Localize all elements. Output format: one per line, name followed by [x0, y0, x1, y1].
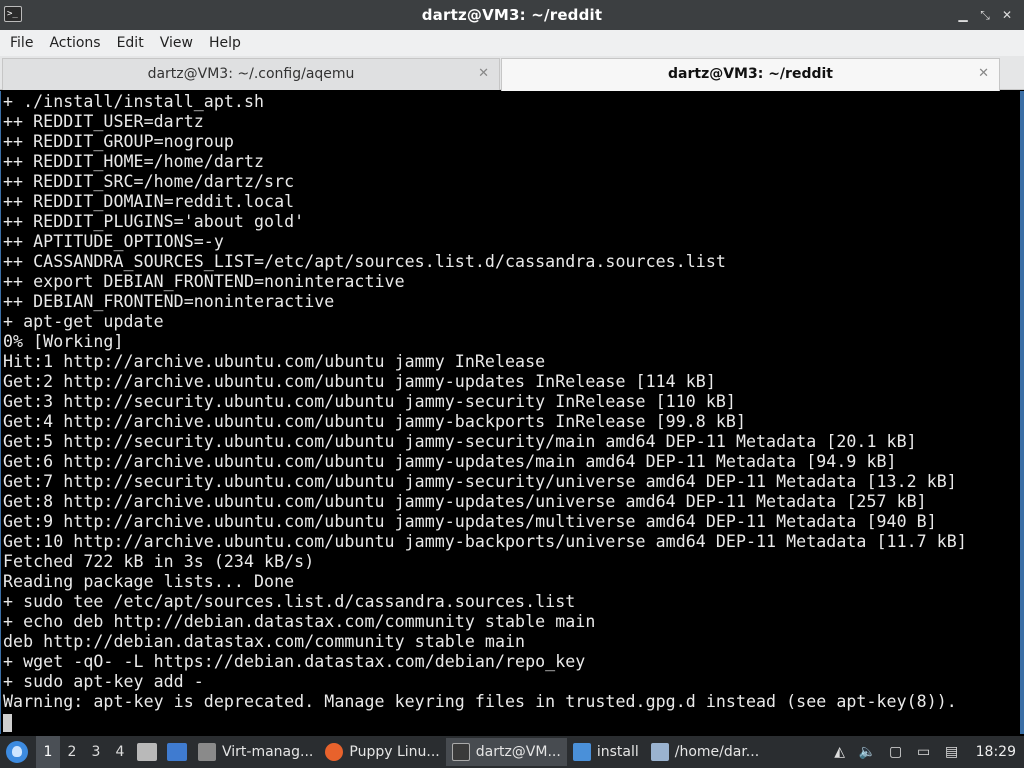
terminal-line: + ./install/install_apt.sh	[3, 92, 265, 111]
terminal-scrollbar[interactable]	[1020, 91, 1024, 734]
display-icon[interactable]: ▭	[915, 743, 933, 761]
tab-label: dartz@VM3: ~/reddit	[668, 66, 833, 82]
terminal-line: ++ REDDIT_GROUP=nogroup	[3, 132, 234, 151]
terminal-line: Get:6 http://archive.ubuntu.com/ubuntu j…	[3, 452, 897, 471]
close-icon[interactable]: ✕	[1000, 7, 1014, 23]
volume-icon[interactable]: 🔈	[859, 743, 877, 761]
task-label: dartz@VM...	[475, 744, 561, 760]
terminal-line: ++ export DEBIAN_FRONTEND=noninteractive	[3, 272, 405, 291]
terminal-line: ++ APTITUDE_OPTIONS=-y	[3, 232, 224, 251]
task-firefox[interactable]: Puppy Linu...	[319, 738, 445, 766]
task-label: Virt-manag...	[222, 744, 314, 760]
task-label: install	[596, 744, 639, 760]
task-install-folder[interactable]: install	[567, 738, 645, 766]
workspace-2[interactable]: 2	[60, 736, 84, 768]
terminal-line: Hit:1 http://archive.ubuntu.com/ubuntu j…	[3, 352, 546, 371]
tab-reddit[interactable]: dartz@VM3: ~/reddit ✕	[501, 58, 1000, 91]
network-icon[interactable]: ◭	[831, 743, 849, 761]
folder-icon	[572, 743, 591, 761]
menu-view[interactable]: View	[152, 30, 201, 56]
minimize-icon[interactable]: ▁	[956, 7, 970, 23]
task-label: Puppy Linu...	[349, 744, 440, 760]
terminal-line: deb http://debian.datastax.com/community…	[3, 632, 526, 651]
menu-edit[interactable]: Edit	[109, 30, 152, 56]
window-controls: ▁ ⤡ ✕	[956, 7, 1014, 23]
taskbar: 1 2 3 4 Virt-manag... Puppy Linu... dart…	[0, 736, 1024, 768]
terminal-icon	[451, 743, 470, 761]
terminal-line: + echo deb http://debian.datastax.com/co…	[3, 612, 596, 631]
terminal-line: ++ REDDIT_DOMAIN=reddit.local	[3, 192, 295, 211]
terminal-prompt-line	[3, 712, 1021, 732]
firefox-icon	[325, 743, 344, 761]
terminal-line: ++ CASSANDRA_SOURCES_LIST=/etc/apt/sourc…	[3, 252, 726, 271]
maximize-icon[interactable]: ⤡	[978, 7, 992, 23]
menu-bar: File Actions Edit View Help	[0, 30, 1024, 56]
workspace-4[interactable]: 4	[108, 736, 132, 768]
terminal-line: + sudo tee /etc/apt/sources.list.d/cassa…	[3, 592, 576, 611]
task-virt-manager[interactable]: Virt-manag...	[192, 738, 319, 766]
tab-label: dartz@VM3: ~/.config/aqemu	[147, 66, 355, 82]
tab-aqemu[interactable]: dartz@VM3: ~/.config/aqemu ✕	[2, 58, 500, 90]
terminal-line: ++ DEBIAN_FRONTEND=noninteractive	[3, 292, 335, 311]
virt-manager-icon	[198, 743, 216, 761]
tab-close-icon[interactable]: ✕	[978, 59, 989, 89]
clipboard-icon[interactable]: ▢	[887, 743, 905, 761]
text-editor-icon	[650, 743, 669, 761]
terminal-line: ++ REDDIT_PLUGINS='about gold'	[3, 212, 305, 231]
terminal-line: 0% [Working]	[3, 332, 124, 351]
menu-help[interactable]: Help	[201, 30, 249, 56]
terminal-line: ++ REDDIT_HOME=/home/dartz	[3, 152, 265, 171]
workspace-3[interactable]: 3	[84, 736, 108, 768]
terminal-cursor	[3, 713, 12, 732]
window-titlebar: >_ dartz@VM3: ~/reddit ▁ ⤡ ✕	[0, 0, 1024, 30]
terminal-line: ++ REDDIT_USER=dartz	[3, 112, 204, 131]
start-menu-icon[interactable]	[6, 741, 28, 763]
task-label: /home/dar...	[674, 744, 760, 760]
menu-actions[interactable]: Actions	[41, 30, 108, 56]
terminal-line: Get:10 http://archive.ubuntu.com/ubuntu …	[3, 532, 967, 551]
terminal-line: ++ REDDIT_SRC=/home/dartz/src	[3, 172, 295, 191]
terminal-line: + sudo apt-key add -	[3, 672, 204, 691]
terminal-line: Get:5 http://security.ubuntu.com/ubuntu …	[3, 432, 917, 451]
terminal-line: Get:7 http://security.ubuntu.com/ubuntu …	[3, 472, 957, 491]
terminal-line: Get:8 http://archive.ubuntu.com/ubuntu j…	[3, 492, 927, 511]
workspace-1[interactable]: 1	[36, 736, 60, 768]
terminal-line: Get:3 http://security.ubuntu.com/ubuntu …	[3, 392, 736, 411]
system-tray: ◭ 🔈 ▢ ▭ ▤ 18:29	[826, 736, 1024, 768]
window-title: dartz@VM3: ~/reddit	[421, 6, 603, 24]
updates-icon[interactable]: ▤	[943, 743, 961, 761]
terminal-line: Warning: apt-key is deprecated. Manage k…	[3, 692, 957, 711]
terminal-line: Reading package lists... Done	[3, 572, 295, 591]
show-desktop-icon[interactable]	[167, 743, 187, 761]
menu-file[interactable]: File	[2, 30, 41, 56]
terminal-line: Get:2 http://archive.ubuntu.com/ubuntu j…	[3, 372, 716, 391]
tab-bar: dartz@VM3: ~/.config/aqemu ✕ dartz@VM3: …	[0, 56, 1024, 91]
terminal-line: Get:4 http://archive.ubuntu.com/ubuntu j…	[3, 412, 746, 431]
clock[interactable]: 18:29	[976, 744, 1016, 760]
terminal-line: + wget -qO- -L https://debian.datastax.c…	[3, 652, 586, 671]
terminal-line: + apt-get update	[3, 312, 164, 331]
file-manager-launcher-icon[interactable]	[137, 743, 157, 761]
terminal-output[interactable]: + ./install/install_apt.sh ++ REDDIT_USER…	[0, 91, 1022, 734]
terminal-line: Fetched 722 kB in 3s (234 kB/s)	[3, 552, 315, 571]
task-text-editor[interactable]: /home/dar...	[645, 738, 765, 766]
task-terminal[interactable]: dartz@VM...	[445, 738, 567, 766]
terminal-line: Get:9 http://archive.ubuntu.com/ubuntu j…	[3, 512, 937, 531]
tab-close-icon[interactable]: ✕	[478, 59, 489, 89]
